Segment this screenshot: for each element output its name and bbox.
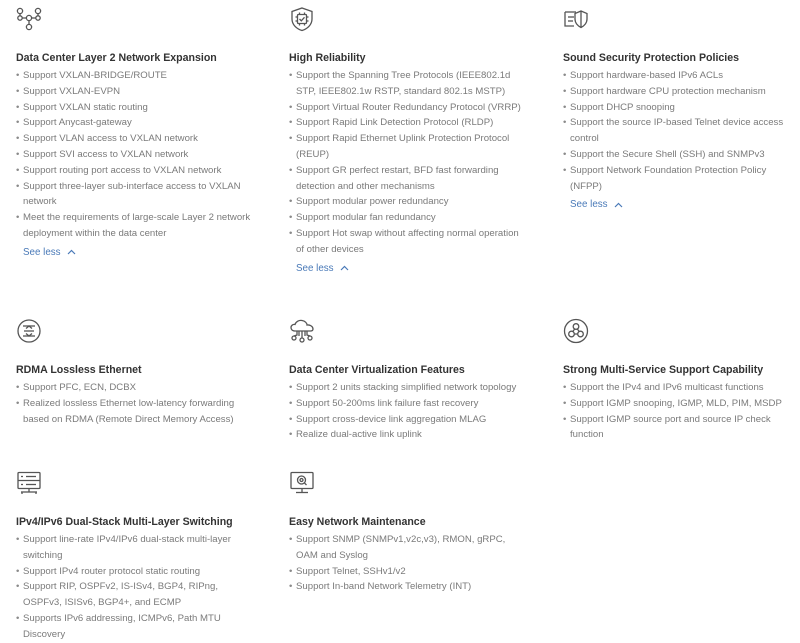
feature-item: Support hardware CPU protection mechanis… bbox=[563, 84, 795, 100]
lossless-ethernet-icon bbox=[16, 318, 42, 344]
feature-list: Support VXLAN-BRIDGE/ROUTE Support VXLAN… bbox=[16, 68, 256, 242]
feature-item: Meet the requirements of large-scale Lay… bbox=[16, 210, 256, 242]
chevron-up-icon bbox=[614, 202, 623, 208]
feature-item: Support Rapid Link Detection Protocol (R… bbox=[289, 115, 524, 131]
feature-item: Support In-band Network Telemetry (INT) bbox=[289, 579, 524, 595]
feature-item: Support SNMP (SNMPv1,v2c,v3), RMON, gRPC… bbox=[289, 532, 524, 564]
feature-title: Easy Network Maintenance bbox=[289, 516, 426, 528]
feature-item: Support modular power redundancy bbox=[289, 194, 524, 210]
feature-item: Support 50-200ms link failure fast recov… bbox=[289, 396, 524, 412]
feature-title: Strong Multi-Service Support Capability bbox=[563, 364, 764, 376]
feature-item: Support three-layer sub-interface access… bbox=[16, 179, 256, 211]
chevron-up-icon bbox=[67, 249, 76, 255]
see-less-button[interactable]: See less bbox=[23, 245, 76, 260]
server-switch-icon bbox=[16, 470, 42, 496]
feature-item: Support Telnet, SSHv1/v2 bbox=[289, 564, 524, 580]
feature-item: Support VXLAN static routing bbox=[16, 100, 256, 116]
feature-item: Support Virtual Router Redundancy Protoc… bbox=[289, 100, 524, 116]
feature-item: Support SVI access to VXLAN network bbox=[16, 147, 256, 163]
feature-title: Sound Security Protection Policies bbox=[563, 52, 740, 64]
see-less-button[interactable]: See less bbox=[570, 197, 623, 212]
shield-chip-icon bbox=[289, 6, 315, 32]
feature-item: Support routing port access to VXLAN net… bbox=[16, 163, 256, 179]
see-less-button[interactable]: See less bbox=[296, 261, 349, 276]
feature-card-high-reliability: High Reliability Support the Spanning Tr… bbox=[289, 6, 524, 276]
feature-list: Support PFC, ECN, DCBX Realized lossless… bbox=[16, 380, 256, 427]
feature-item: Support VLAN access to VXLAN network bbox=[16, 131, 256, 147]
feature-title: Data Center Layer 2 Network Expansion bbox=[16, 52, 217, 64]
network-topology-icon bbox=[16, 6, 42, 32]
feature-item: Support IPv4 router protocol static rout… bbox=[16, 564, 256, 580]
feature-item: Support the IPv4 and IPv6 multicast func… bbox=[563, 380, 795, 396]
feature-item: Support VXLAN-BRIDGE/ROUTE bbox=[16, 68, 256, 84]
feature-card-rdma: RDMA Lossless Ethernet Support PFC, ECN,… bbox=[16, 318, 256, 427]
feature-item: Realize dual-active link uplink bbox=[289, 427, 524, 443]
feature-item: Support IGMP snooping, IGMP, MLD, PIM, M… bbox=[563, 396, 795, 412]
feature-item: Support IGMP source port and source IP c… bbox=[563, 412, 795, 444]
multi-service-icon bbox=[563, 318, 589, 344]
feature-card-l2-expansion: Data Center Layer 2 Network Expansion Su… bbox=[16, 6, 256, 260]
feature-card-security: Sound Security Protection Policies Suppo… bbox=[563, 6, 795, 212]
feature-item: Support line-rate IPv4/IPv6 dual-stack m… bbox=[16, 532, 256, 564]
feature-item: Support hardware-based IPv6 ACLs bbox=[563, 68, 795, 84]
feature-title: RDMA Lossless Ethernet bbox=[16, 364, 142, 376]
feature-item: Support Anycast-gateway bbox=[16, 115, 256, 131]
feature-item: Support the Spanning Tree Protocols (IEE… bbox=[289, 68, 524, 100]
cloud-network-icon bbox=[289, 318, 315, 344]
feature-item: Support Rapid Ethernet Uplink Protection… bbox=[289, 131, 524, 163]
feature-item: Support VXLAN-EVPN bbox=[16, 84, 256, 100]
feature-list: Support hardware-based IPv6 ACLs Support… bbox=[563, 68, 795, 194]
feature-item: Support Hot swap without affecting norma… bbox=[289, 226, 524, 258]
feature-title: IPv4/IPv6 Dual-Stack Multi-Layer Switchi… bbox=[16, 516, 233, 528]
feature-list: Support SNMP (SNMPv1,v2c,v3), RMON, gRPC… bbox=[289, 532, 524, 595]
feature-item: Support modular fan redundancy bbox=[289, 210, 524, 226]
monitor-maintenance-icon bbox=[289, 470, 315, 496]
see-less-label: See less bbox=[570, 199, 608, 211]
feature-item: Support RIP, OSPFv2, IS-ISv4, BGP4, RIPn… bbox=[16, 579, 256, 611]
feature-list: Support 2 units stacking simplified netw… bbox=[289, 380, 524, 443]
security-policy-icon bbox=[563, 6, 589, 32]
feature-item: Support the source IP-based Telnet devic… bbox=[563, 115, 795, 147]
see-less-label: See less bbox=[296, 262, 334, 274]
feature-card-virtualization: Data Center Virtualization Features Supp… bbox=[289, 318, 524, 443]
feature-item: Support DHCP snooping bbox=[563, 100, 795, 116]
feature-card-multi-service: Strong Multi-Service Support Capability … bbox=[563, 318, 795, 443]
feature-item: Support cross-device link aggregation ML… bbox=[289, 412, 524, 428]
feature-item: Realized lossless Ethernet low-latency f… bbox=[16, 396, 256, 428]
feature-item: Support 2 units stacking simplified netw… bbox=[289, 380, 524, 396]
feature-list: Support the IPv4 and IPv6 multicast func… bbox=[563, 380, 795, 443]
feature-item: Support GR perfect restart, BFD fast for… bbox=[289, 163, 524, 195]
feature-item: Support the Secure Shell (SSH) and SNMPv… bbox=[563, 147, 795, 163]
feature-card-maintenance: Easy Network Maintenance Support SNMP (S… bbox=[289, 470, 524, 595]
feature-item: Support Network Foundation Protection Po… bbox=[563, 163, 795, 195]
feature-list: Support line-rate IPv4/IPv6 dual-stack m… bbox=[16, 532, 256, 643]
feature-list: Support the Spanning Tree Protocols (IEE… bbox=[289, 68, 524, 258]
feature-card-dual-stack: IPv4/IPv6 Dual-Stack Multi-Layer Switchi… bbox=[16, 470, 256, 643]
chevron-up-icon bbox=[340, 265, 349, 271]
see-less-label: See less bbox=[23, 246, 61, 258]
feature-title: Data Center Virtualization Features bbox=[289, 364, 465, 376]
feature-title: High Reliability bbox=[289, 52, 366, 64]
feature-item: Support PFC, ECN, DCBX bbox=[16, 380, 256, 396]
